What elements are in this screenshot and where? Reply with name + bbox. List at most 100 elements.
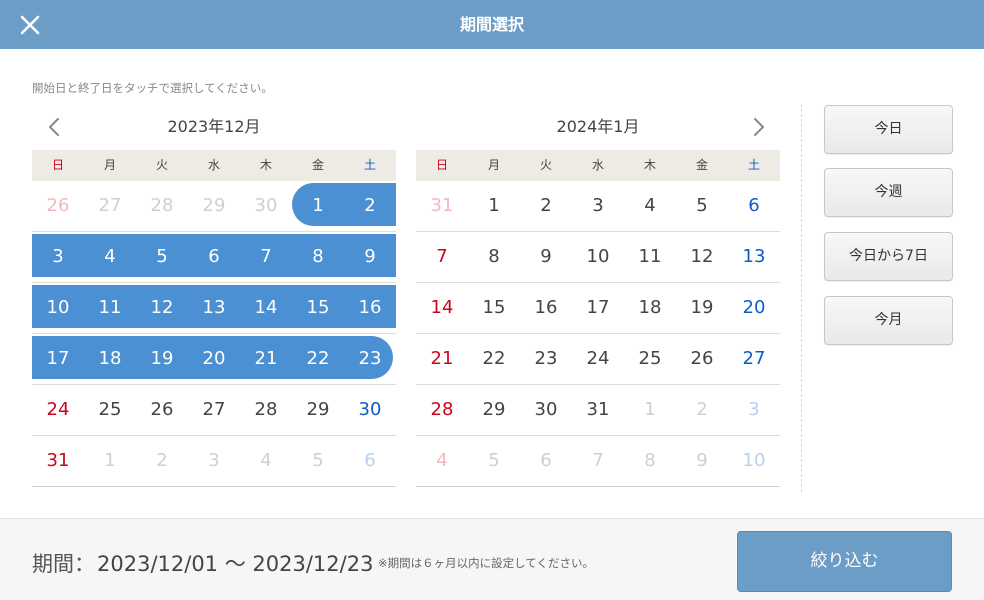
day-cell[interactable]: 11 [624, 232, 676, 282]
day-cell[interactable]: 2 [136, 436, 188, 486]
day-cell[interactable]: 21 [416, 334, 468, 384]
day-cell[interactable]: 7 [572, 436, 624, 486]
day-cell[interactable]: 18 [84, 334, 136, 384]
day-cell[interactable]: 28 [136, 181, 188, 231]
day-cell[interactable]: 6 [728, 181, 780, 231]
day-cell[interactable]: 9 [344, 232, 396, 282]
day-cell[interactable]: 29 [292, 385, 344, 435]
day-cell[interactable]: 17 [572, 283, 624, 333]
period-label: 期間： [32, 552, 95, 576]
footer-bar: 期間： 2023/12/01 〜 2023/12/23 ※期間は６ヶ月以内に設定… [0, 518, 984, 600]
day-cell[interactable]: 30 [520, 385, 572, 435]
day-cell[interactable]: 29 [468, 385, 520, 435]
day-cell[interactable]: 18 [624, 283, 676, 333]
day-cell[interactable]: 14 [240, 283, 292, 333]
day-cell[interactable]: 3 [32, 232, 84, 282]
day-cell[interactable]: 14 [416, 283, 468, 333]
quick-this-week-button[interactable]: 今週 [824, 168, 953, 217]
day-cell[interactable]: 4 [84, 232, 136, 282]
day-cell[interactable]: 3 [728, 385, 780, 435]
day-cell[interactable]: 20 [188, 334, 240, 384]
day-cell[interactable]: 25 [84, 385, 136, 435]
day-cell[interactable]: 5 [676, 181, 728, 231]
day-cell[interactable]: 5 [468, 436, 520, 486]
calendar-december-2023: 日月火水木金土 26 27 28 29 30 1 2 3 4 5 6 7 8 9 10 11 12 13 14 15 16… [32, 150, 396, 487]
day-cell[interactable]: 26 [32, 181, 84, 231]
day-cell[interactable]: 8 [468, 232, 520, 282]
day-cell[interactable]: 19 [676, 283, 728, 333]
day-cell[interactable]: 10 [32, 283, 84, 333]
weekday-header: 日月火水木金土 [32, 150, 396, 181]
day-cell[interactable]: 6 [188, 232, 240, 282]
day-cell[interactable]: 31 [572, 385, 624, 435]
quick-7-days-button[interactable]: 今日から7日 [824, 232, 953, 281]
day-cell[interactable]: 15 [292, 283, 344, 333]
day-cell[interactable]: 29 [188, 181, 240, 231]
day-cell[interactable]: 26 [676, 334, 728, 384]
calendar-week-row: 14 15 16 17 18 19 20 [416, 283, 780, 334]
day-cell[interactable]: 2 [344, 181, 396, 231]
day-cell[interactable]: 31 [32, 436, 84, 486]
day-cell[interactable]: 27 [84, 181, 136, 231]
day-cell[interactable]: 4 [624, 181, 676, 231]
day-cell[interactable]: 3 [188, 436, 240, 486]
quick-this-month-button[interactable]: 今月 [824, 296, 953, 345]
day-cell[interactable]: 20 [728, 283, 780, 333]
day-cell[interactable]: 28 [240, 385, 292, 435]
day-cell[interactable]: 1 [84, 436, 136, 486]
day-cell[interactable]: 2 [520, 181, 572, 231]
day-cell[interactable]: 6 [520, 436, 572, 486]
day-cell[interactable]: 5 [292, 436, 344, 486]
day-cell[interactable]: 21 [240, 334, 292, 384]
day-cell[interactable]: 28 [416, 385, 468, 435]
day-cell[interactable]: 31 [416, 181, 468, 231]
day-cell[interactable]: 10 [572, 232, 624, 282]
calendar-week-row: 21 22 23 24 25 26 27 [416, 334, 780, 385]
weekday-label: 月 [487, 158, 500, 172]
day-cell[interactable]: 25 [624, 334, 676, 384]
day-cell[interactable]: 23 [520, 334, 572, 384]
day-cell[interactable]: 10 [728, 436, 780, 486]
day-cell[interactable]: 8 [292, 232, 344, 282]
day-cell[interactable]: 2 [676, 385, 728, 435]
next-month-chevron-right-icon[interactable] [743, 112, 773, 142]
day-cell[interactable]: 15 [468, 283, 520, 333]
day-cell[interactable]: 13 [188, 283, 240, 333]
day-cell[interactable]: 24 [572, 334, 624, 384]
day-cell[interactable]: 30 [240, 181, 292, 231]
weekday-label: 木 [259, 158, 272, 172]
day-cell[interactable]: 11 [84, 283, 136, 333]
day-cell[interactable]: 1 [624, 385, 676, 435]
day-cell[interactable]: 17 [32, 334, 84, 384]
day-cell[interactable]: 22 [292, 334, 344, 384]
filter-button[interactable]: 絞り込む [737, 531, 952, 592]
day-cell[interactable]: 27 [728, 334, 780, 384]
day-cell[interactable]: 22 [468, 334, 520, 384]
day-cell[interactable]: 19 [136, 334, 188, 384]
day-cell[interactable]: 4 [416, 436, 468, 486]
day-cell[interactable]: 12 [676, 232, 728, 282]
day-cell[interactable]: 9 [520, 232, 572, 282]
day-cell[interactable]: 30 [344, 385, 396, 435]
day-cell[interactable]: 13 [728, 232, 780, 282]
day-cell[interactable]: 23 [344, 334, 396, 384]
period-note: ※期間は６ヶ月以内に設定してください。 [378, 556, 594, 570]
quick-today-button[interactable]: 今日 [824, 105, 953, 154]
day-cell[interactable]: 7 [240, 232, 292, 282]
day-cell[interactable]: 24 [32, 385, 84, 435]
day-cell[interactable]: 7 [416, 232, 468, 282]
day-cell[interactable]: 6 [344, 436, 396, 486]
day-cell[interactable]: 26 [136, 385, 188, 435]
weekday-label: 火 [155, 158, 168, 172]
day-cell[interactable]: 9 [676, 436, 728, 486]
day-cell[interactable]: 5 [136, 232, 188, 282]
day-cell[interactable]: 1 [468, 181, 520, 231]
day-cell[interactable]: 27 [188, 385, 240, 435]
day-cell[interactable]: 4 [240, 436, 292, 486]
day-cell[interactable]: 12 [136, 283, 188, 333]
day-cell[interactable]: 16 [344, 283, 396, 333]
day-cell[interactable]: 1 [292, 181, 344, 231]
day-cell[interactable]: 8 [624, 436, 676, 486]
day-cell[interactable]: 3 [572, 181, 624, 231]
day-cell[interactable]: 16 [520, 283, 572, 333]
